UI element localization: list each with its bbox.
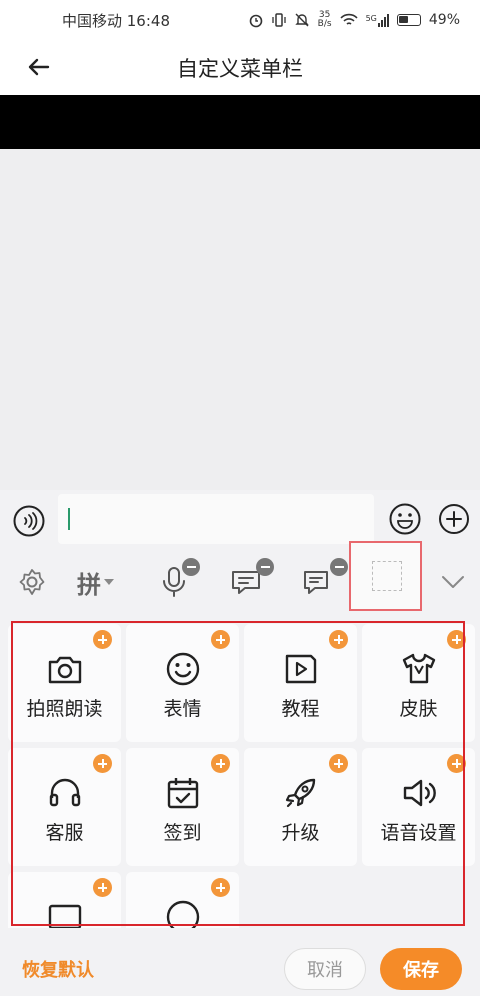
save-button[interactable]: 保存	[380, 948, 462, 990]
menu-item-label: 表情	[163, 698, 202, 720]
menu-item-label: 客服	[45, 822, 84, 844]
menu-item-label: 教程	[281, 698, 320, 720]
menu-item-partial-1[interactable]	[8, 872, 121, 928]
menu-item-upgrade[interactable]: 升级	[244, 748, 357, 866]
menu-item-photo-read[interactable]: 拍照朗读	[8, 624, 121, 742]
keyboard-toolbar: 拼	[0, 541, 480, 616]
vibrate-icon	[272, 13, 286, 27]
chevron-down-icon	[442, 576, 464, 588]
menu-item-label: 皮肤	[399, 698, 438, 720]
pinyin-switch[interactable]: 拼	[68, 560, 124, 604]
menu-item-customer-service[interactable]: 客服	[8, 748, 121, 866]
tshirt-skin-icon	[402, 653, 436, 684]
menu-item-emoji[interactable]: 表情	[126, 624, 239, 742]
chat-bubble-icon	[166, 900, 200, 928]
back-button[interactable]	[24, 52, 54, 82]
calendar-check-icon	[167, 778, 199, 809]
mic-button[interactable]	[152, 558, 200, 604]
add-badge[interactable]	[211, 630, 230, 649]
bottom-action-bar: 恢复默认 取消 保存	[0, 928, 480, 996]
add-badge[interactable]	[93, 878, 112, 897]
menu-item-checkin[interactable]: 签到	[126, 748, 239, 866]
remove-quick-phrase-badge[interactable]	[330, 558, 348, 576]
carrier-time: 中国移动 16:48	[62, 11, 170, 30]
rocket-icon	[285, 778, 316, 808]
headset-icon	[49, 778, 81, 807]
signal-icon: 5G	[366, 13, 389, 27]
status-icons: 35 B/s 5G 49%	[248, 11, 460, 29]
message-input[interactable]	[58, 494, 374, 544]
status-bar: 中国移动 16:48 35 B/s 5G 49%	[0, 0, 480, 40]
menu-panel: 拍照朗读 表情 教程 皮肤 客服 签到 升级 语音设置	[0, 616, 480, 928]
smiley-icon	[166, 652, 200, 686]
menu-item-label: 升级	[281, 822, 320, 844]
friend-chat-button[interactable]	[222, 558, 274, 604]
empty-slot-placeholder	[372, 561, 402, 591]
emoji-icon	[389, 503, 421, 535]
back-arrow-icon	[28, 58, 50, 76]
speaker-icon	[403, 779, 436, 807]
battery-icon	[396, 14, 421, 26]
alarm-icon	[249, 14, 262, 28]
black-banner	[0, 95, 480, 149]
remove-friend-chat-badge[interactable]	[256, 558, 274, 576]
menu-item-voice-settings[interactable]: 语音设置	[362, 748, 475, 866]
voice-wave-icon	[13, 505, 45, 537]
pinyin-label: 拼	[77, 570, 101, 599]
emoji-button[interactable]	[388, 502, 422, 536]
more-button[interactable]	[438, 503, 470, 535]
voice-message-button[interactable]	[12, 504, 46, 538]
camera-icon	[48, 656, 82, 684]
menu-item-label: 签到	[163, 822, 202, 844]
menu-item-tutorial[interactable]: 教程	[244, 624, 357, 742]
net-speed: 35 B/s	[317, 10, 332, 29]
add-badge[interactable]	[211, 754, 230, 773]
empty-slot[interactable]	[349, 541, 422, 611]
add-badge[interactable]	[93, 630, 112, 649]
cancel-button[interactable]: 取消	[284, 948, 366, 990]
add-badge[interactable]	[93, 754, 112, 773]
keyboard-icon	[48, 904, 82, 928]
text-cursor	[68, 508, 70, 530]
menu-item-label: 语音设置	[380, 822, 457, 844]
menu-item-partial-2[interactable]	[126, 872, 239, 928]
add-badge[interactable]	[447, 754, 466, 773]
battery-percent: 49%	[428, 12, 460, 28]
tutorial-play-icon	[285, 654, 317, 684]
nav-bar: 自定义菜单栏	[0, 40, 480, 95]
menu-item-skin[interactable]: 皮肤	[362, 624, 475, 742]
caret-down-icon	[104, 579, 114, 585]
collapse-button[interactable]	[438, 560, 468, 604]
quick-phrase-icon	[304, 571, 328, 594]
mute-icon	[294, 13, 309, 27]
quick-phrase-button[interactable]	[296, 558, 348, 604]
add-badge[interactable]	[329, 754, 348, 773]
remove-mic-badge[interactable]	[182, 558, 200, 576]
wifi-icon	[339, 13, 358, 25]
restore-default-button[interactable]: 恢复默认	[22, 956, 94, 982]
settings-icon	[19, 569, 45, 595]
page-title: 自定义菜单栏	[177, 56, 303, 81]
preview-area	[0, 149, 480, 490]
menu-item-label: 拍照朗读	[26, 698, 103, 720]
add-badge[interactable]	[447, 630, 466, 649]
settings-button[interactable]	[14, 560, 50, 604]
add-badge[interactable]	[211, 878, 230, 897]
plus-circle-icon	[439, 504, 469, 534]
add-badge[interactable]	[329, 630, 348, 649]
